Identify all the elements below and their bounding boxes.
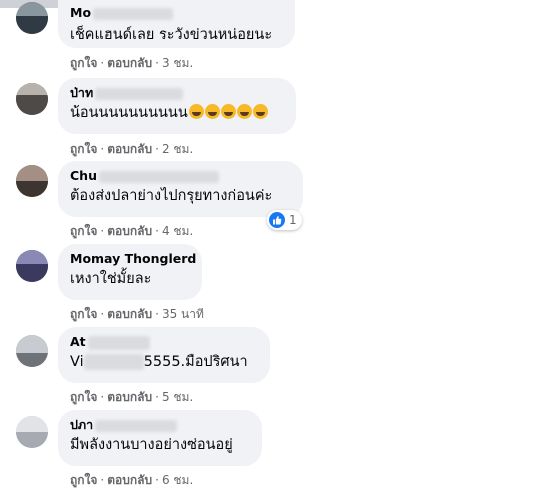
- separator-dot: ·: [155, 142, 159, 156]
- comment-time[interactable]: 6 ชม.: [162, 473, 193, 487]
- separator-dot: ·: [100, 224, 105, 238]
- rofl-emoji: [252, 104, 268, 119]
- like-link[interactable]: ถูกใจ: [70, 224, 97, 238]
- commenter-name[interactable]: At: [70, 334, 258, 350]
- avatar[interactable]: [16, 83, 48, 115]
- commenter-name-text: ป่าท: [70, 85, 94, 100]
- comment-bubble: Mo เช็คแฮนด์เลย ระวังข่วนหน่อยนะ: [58, 0, 295, 48]
- comment-text: เช็คแฮนด์เลย ระวังข่วนหน่อยนะ: [70, 27, 273, 43]
- redacted-name: [95, 419, 178, 432]
- like-link[interactable]: ถูกใจ: [70, 473, 97, 487]
- redacted-text: [83, 354, 144, 370]
- comment-actions: ถูกใจ · ตอบกลับ · 4 ชม.: [70, 223, 193, 239]
- comment-text-content: น้อนนนนนนนนนน: [70, 105, 188, 121]
- separator-dot: ·: [100, 390, 105, 404]
- comment-time[interactable]: 35 นาที: [162, 307, 204, 321]
- separator-dot: ·: [100, 142, 105, 156]
- commenter-name[interactable]: Momay Thonglerd: [70, 251, 196, 267]
- grinning-sweat-emoji: [188, 104, 204, 119]
- redacted-name: [95, 87, 184, 100]
- comment-actions: ถูกใจ · ตอบกลับ · 5 ชม.: [70, 389, 193, 405]
- comment-bubble: Momay Thonglerd เหงาใช่มั้ยละ: [58, 244, 202, 300]
- comment-bubble: At Vi 5555.มือปริศนา: [58, 327, 270, 383]
- like-link[interactable]: ถูกใจ: [70, 142, 97, 156]
- reaction-summary[interactable]: 1: [267, 210, 302, 230]
- commenter-name[interactable]: ปภา: [70, 417, 250, 433]
- avatar[interactable]: [16, 2, 48, 34]
- comment-text: เหงาใช่มั้ยละ: [70, 271, 152, 287]
- comment-time[interactable]: 4 ชม.: [162, 224, 193, 238]
- comment-bubble: ปภา มีพลังงานบางอย่างซ่อนอยู่: [58, 410, 262, 466]
- avatar[interactable]: [16, 165, 48, 197]
- commenter-name-text: ปภา: [70, 417, 94, 432]
- redacted-name: [93, 7, 174, 20]
- commenter-name[interactable]: ป่าท: [70, 85, 284, 101]
- comment-text: Vi 5555.มือปริศนา: [70, 352, 258, 372]
- commenter-name-text: Chu: [70, 168, 97, 183]
- avatar[interactable]: [16, 335, 48, 367]
- like-link[interactable]: ถูกใจ: [70, 307, 97, 321]
- reply-link[interactable]: ตอบกลับ: [107, 473, 152, 487]
- reply-link[interactable]: ตอบกลับ: [107, 307, 152, 321]
- comment-bubble: Chu ต้องส่งปลาย่างไปกรุยทางก่อนค่ะ: [58, 161, 303, 217]
- comment-actions: ถูกใจ · ตอบกลับ · 2 ชม.: [70, 141, 193, 157]
- comment-text-end: 5555.มือปริศนา: [143, 354, 248, 370]
- commenter-name-text: At: [70, 334, 86, 349]
- comment-actions: ถูกใจ · ตอบกลับ · 35 นาที: [70, 306, 204, 322]
- rofl-emoji: [220, 104, 236, 119]
- rofl-emoji: [236, 104, 252, 119]
- like-link[interactable]: ถูกใจ: [70, 56, 97, 70]
- separator-dot: ·: [155, 390, 159, 404]
- separator-dot: ·: [100, 473, 105, 487]
- commenter-name[interactable]: Chu: [70, 168, 291, 184]
- reply-link[interactable]: ตอบกลับ: [107, 390, 152, 404]
- separator-dot: ·: [155, 56, 159, 70]
- comment-bubble: ป่าท น้อนนนนนนนนนน: [58, 78, 296, 134]
- separator-dot: ·: [155, 224, 159, 238]
- like-link[interactable]: ถูกใจ: [70, 390, 97, 404]
- separator-dot: ·: [155, 473, 159, 487]
- commenter-name[interactable]: Mo: [70, 5, 283, 21]
- reply-link[interactable]: ตอบกลับ: [107, 142, 152, 156]
- reply-link[interactable]: ตอบกลับ: [107, 224, 152, 238]
- comment-text: ต้องส่งปลาย่างไปกรุยทางก่อนค่ะ: [70, 188, 273, 204]
- comment-time[interactable]: 2 ชม.: [162, 142, 193, 156]
- comment-actions: ถูกใจ · ตอบกลับ · 6 ชม.: [70, 472, 193, 488]
- comment-text: มีพลังงานบางอย่างซ่อนอยู่: [70, 437, 233, 453]
- comment-text: น้อนนนนนนนนนน: [70, 103, 284, 123]
- commenter-name-text: Mo: [70, 5, 92, 20]
- separator-dot: ·: [155, 307, 159, 321]
- redacted-name: [87, 335, 150, 350]
- comment-text-start: Vi: [70, 354, 84, 370]
- laughing-emoji: [204, 104, 220, 119]
- avatar[interactable]: [16, 416, 48, 448]
- reaction-count: 1: [289, 213, 297, 227]
- comment-time[interactable]: 5 ชม.: [162, 390, 193, 404]
- like-reaction-icon: [269, 212, 285, 228]
- reply-link[interactable]: ตอบกลับ: [107, 56, 152, 70]
- comment-time[interactable]: 3 ชม.: [162, 56, 193, 70]
- redacted-name: [98, 170, 219, 183]
- comment-actions: ถูกใจ · ตอบกลับ · 3 ชม.: [70, 55, 193, 71]
- avatar[interactable]: [16, 250, 48, 282]
- separator-dot: ·: [100, 56, 105, 70]
- separator-dot: ·: [100, 307, 105, 321]
